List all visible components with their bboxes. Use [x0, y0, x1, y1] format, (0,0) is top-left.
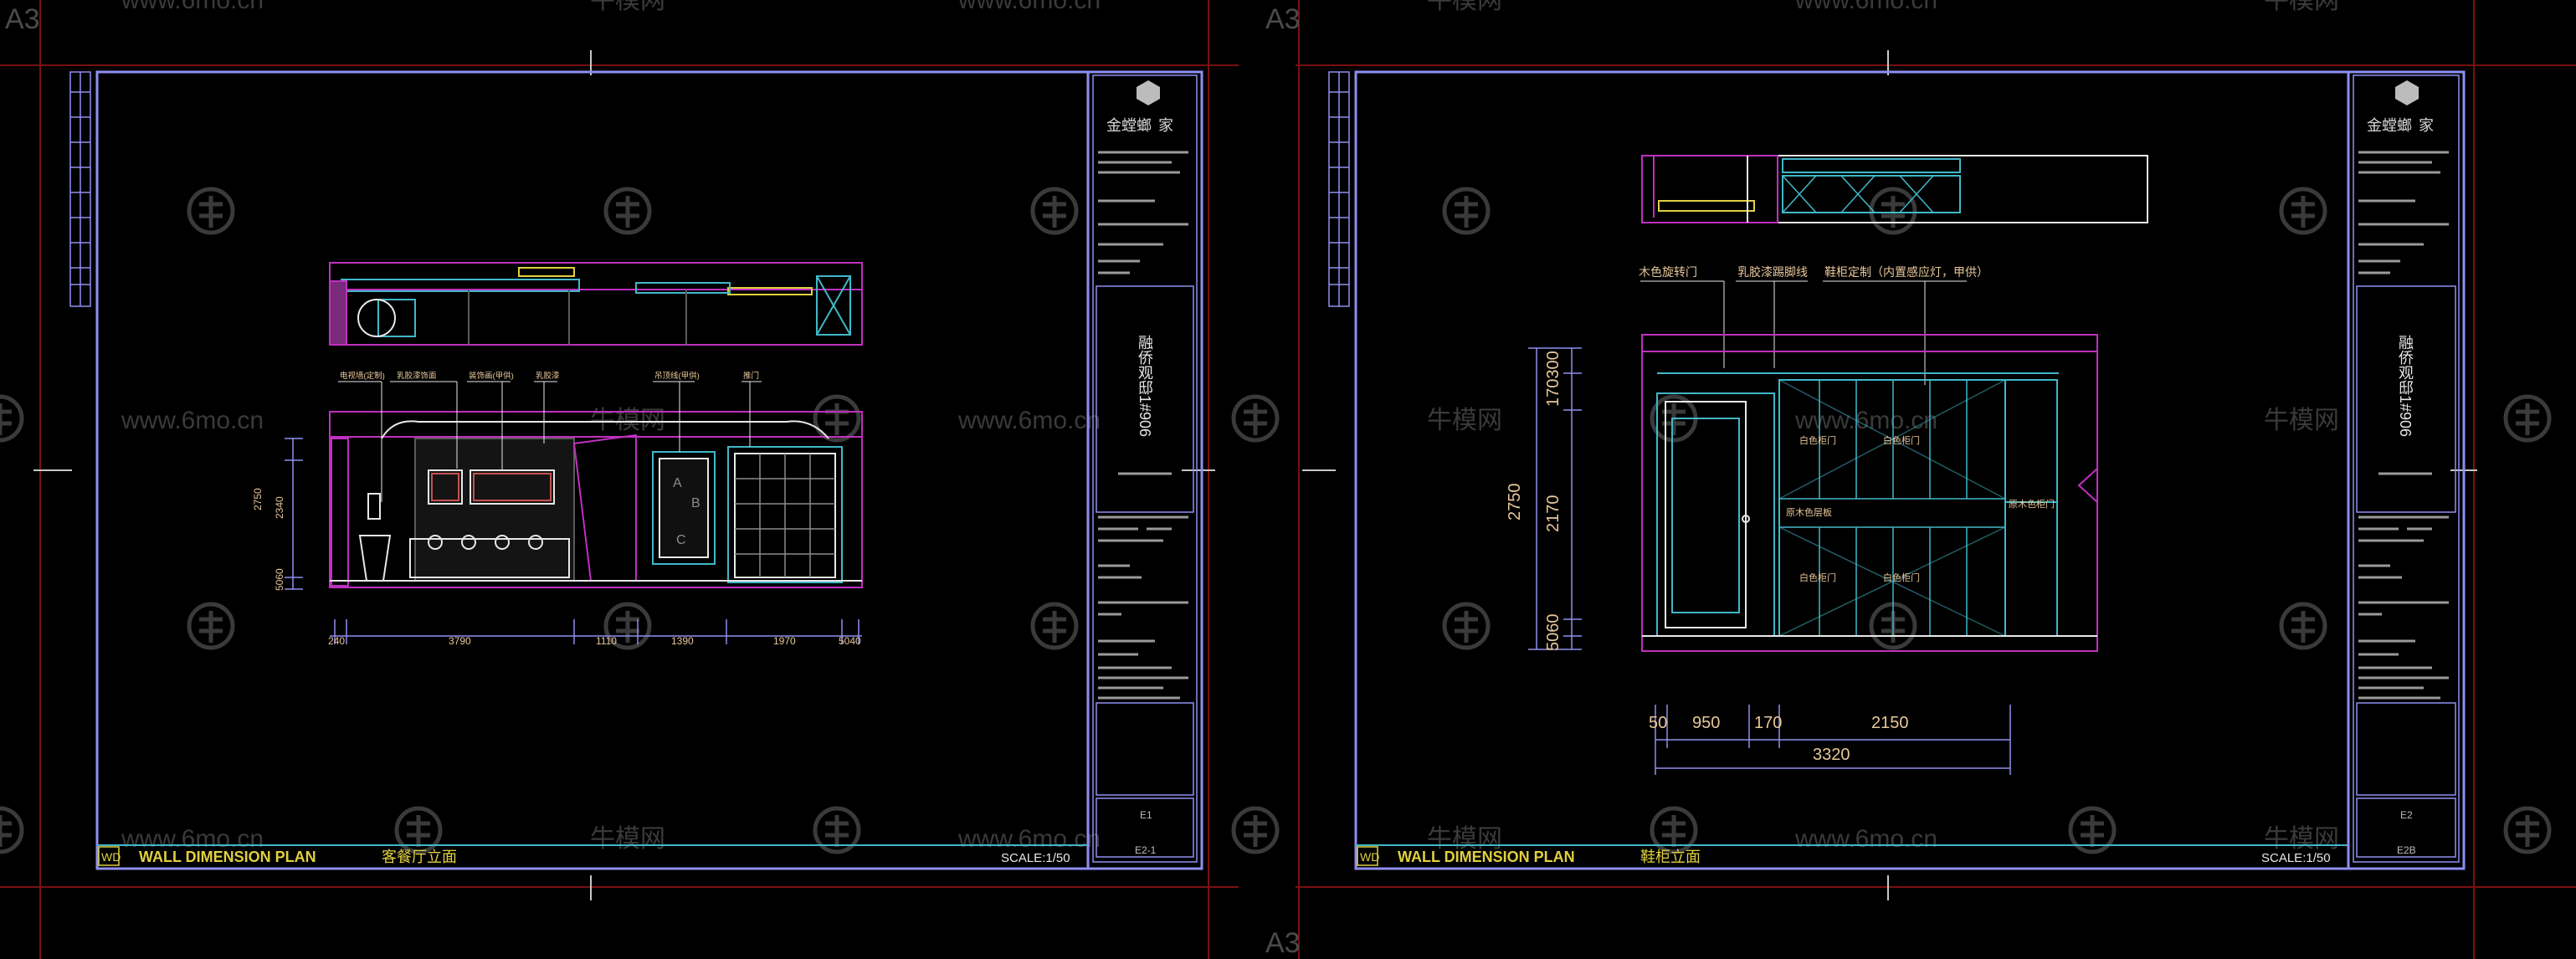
dim-label: 3790	[449, 635, 471, 647]
left-strip	[69, 71, 91, 307]
dim-label: 1390	[671, 635, 694, 647]
dim-label: 50	[1649, 714, 1667, 732]
drawing-number: E1	[1140, 809, 1152, 821]
dimensions-left: 2750 170300 2170 5060	[1506, 347, 1582, 652]
dim-label: 5040	[839, 635, 861, 647]
leader-label: 乳胶漆饰面	[397, 371, 437, 381]
cabinet-labels: 白色柜门 白色柜门 原木色层板 原木色柜门 白色柜门 白色柜门	[1786, 434, 2055, 583]
watermark-brand: 牛模网	[1427, 407, 1502, 434]
logo-suffix: 家	[2419, 117, 2434, 134]
logo-text: 金螳螂	[1106, 117, 1152, 134]
watermark-site: www.6mo.cn	[1794, 825, 1937, 853]
cabinet-label: 白色柜门	[1799, 572, 1836, 583]
dim-label: 950	[1692, 714, 1720, 732]
center-ticks	[33, 50, 2477, 900]
dim-label: 5060	[274, 568, 285, 591]
watermark-texts: www.6mo.cn www.6mo.cn www.6mo.cn 牛模网 牛模网…	[121, 0, 2339, 853]
logo-text: 金螳螂	[2367, 117, 2412, 134]
dim-label: 2150	[1871, 714, 1909, 732]
sheet-size-label: A3	[5, 3, 40, 35]
panel-letter: A	[673, 476, 682, 490]
drawing-number: E2	[2400, 809, 2413, 821]
watermark-site: www.6mo.cn	[957, 0, 1101, 14]
footer-view-name: 客餐厅立面	[382, 849, 457, 865]
footer-scale: SCALE:1/50	[2261, 851, 2331, 865]
project-name-vertical: 融侨观邸1#906	[2397, 335, 2414, 437]
dim-label: 170	[1754, 714, 1782, 732]
logo-icon	[2395, 80, 2419, 105]
logo-icon	[1137, 80, 1160, 105]
cabinet-label: 白色柜门	[1883, 572, 1920, 583]
leader-label: 木色旋转门	[1639, 265, 1697, 279]
footer-scale: SCALE:1/50	[1001, 851, 1070, 865]
elevation-living-dining: A B C	[329, 411, 863, 588]
watermark-brand: 牛模网	[2264, 825, 2339, 853]
title-block: 金螳螂 家 融侨观邸1#906 E2 E2B	[2347, 70, 2466, 870]
dim-label: 5060	[1544, 614, 1563, 652]
watermark-brand: 牛模网	[590, 825, 665, 853]
watermark-brand: 牛模网	[590, 407, 665, 434]
dim-label: 2750	[252, 488, 264, 510]
leader-label: 乳胶漆	[536, 371, 560, 381]
dim-label: 240	[328, 635, 345, 647]
watermark-site: www.6mo.cn	[121, 407, 264, 434]
footer-plan-name: WALL DIMENSION PLAN	[1398, 849, 1575, 865]
footer-plan-name: WALL DIMENSION PLAN	[139, 849, 316, 865]
footer-tag: WD	[101, 850, 121, 864]
watermark-site: www.6mo.cn	[1794, 0, 1937, 14]
sheet-edges	[0, 0, 2576, 959]
page-number: E2-1	[1135, 844, 1157, 856]
leader-label: 鞋柜定制（内置感应灯，甲供）	[1824, 265, 1988, 279]
leader-label: 推门	[743, 371, 759, 381]
cabinet-label: 白色柜门	[1799, 434, 1836, 446]
watermark-brand: 牛模网	[2264, 407, 2339, 434]
leader-labels: 木色旋转门 乳胶漆踢脚线 鞋柜定制（内置感应灯，甲供）	[1639, 265, 1988, 385]
leader-label: 乳胶漆踢脚线	[1737, 265, 1808, 279]
project-name-vertical: 融侨观邸1#906	[1137, 335, 1153, 437]
dim-label: 170300	[1544, 351, 1563, 407]
dimensions-left: 2750 2340 5060	[252, 438, 303, 591]
cabinet-label: 原木色柜门	[2009, 498, 2055, 510]
dim-total: 3320	[1813, 746, 1850, 764]
left-strip	[1328, 71, 1350, 307]
dimensions-bottom: 240 3790 1110 1390 1970 5040	[328, 619, 862, 647]
panel-letter: B	[691, 496, 700, 510]
sheet-size-label: A3	[1265, 3, 1301, 35]
dim-label: 1970	[773, 635, 796, 647]
dim-label: 2170	[1544, 495, 1563, 533]
watermark-site: www.6mo.cn	[1794, 407, 1937, 434]
leader-label: 电视墙(定制)	[340, 371, 385, 381]
panel-letter: C	[676, 533, 686, 547]
leader-label: 装饰画(甲供)	[469, 371, 514, 381]
watermark-brand: 牛模网	[2264, 0, 2339, 14]
watermark-site: www.6mo.cn	[957, 407, 1101, 434]
footer-tag: WD	[1360, 850, 1379, 864]
watermark-site: www.6mo.cn	[957, 825, 1101, 853]
sheet-size-label: A3	[1265, 927, 1301, 959]
watermark-site: www.6mo.cn	[121, 0, 264, 14]
footer-view-name: 鞋柜立面	[1640, 849, 1701, 865]
watermark-brand: 牛模网	[1427, 0, 1502, 14]
page-number: E2B	[2397, 844, 2416, 856]
elevation-shoe-cabinet	[1641, 334, 2098, 652]
dimensions-bottom: 50 950 170 2150 3320	[1649, 705, 2011, 775]
logo-suffix: 家	[1158, 117, 1173, 134]
leader-label: 吊顶线(甲供)	[654, 371, 700, 381]
dim-label: 2750	[1506, 484, 1524, 521]
cad-drawing-canvas: www.6mo.cn www.6mo.cn www.6mo.cn 牛模网 牛模网…	[0, 0, 2576, 959]
watermark-brand: 牛模网	[590, 0, 665, 14]
plan-strip	[329, 262, 863, 346]
watermark-icons	[0, 189, 2549, 852]
dim-label: 1110	[596, 635, 617, 647]
sheet-frame	[95, 70, 1203, 870]
cabinet-label: 原木色层板	[1786, 506, 1832, 518]
dim-label: 2340	[274, 496, 285, 519]
cabinet-label: 白色柜门	[1883, 434, 1920, 446]
